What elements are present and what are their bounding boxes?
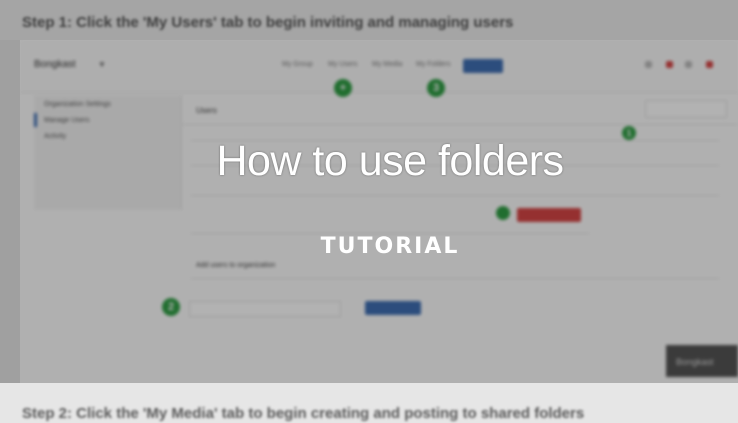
step-2-bar: Step 2: Click the 'My Media' tab to begi… (0, 383, 738, 423)
step-2-text: Step 2: Click the 'My Media' tab to begi… (22, 405, 585, 422)
video-dim-overlay (0, 0, 738, 383)
video-title: How to use folders (216, 137, 564, 185)
video-subtitle: TUTORIAL (320, 234, 460, 259)
